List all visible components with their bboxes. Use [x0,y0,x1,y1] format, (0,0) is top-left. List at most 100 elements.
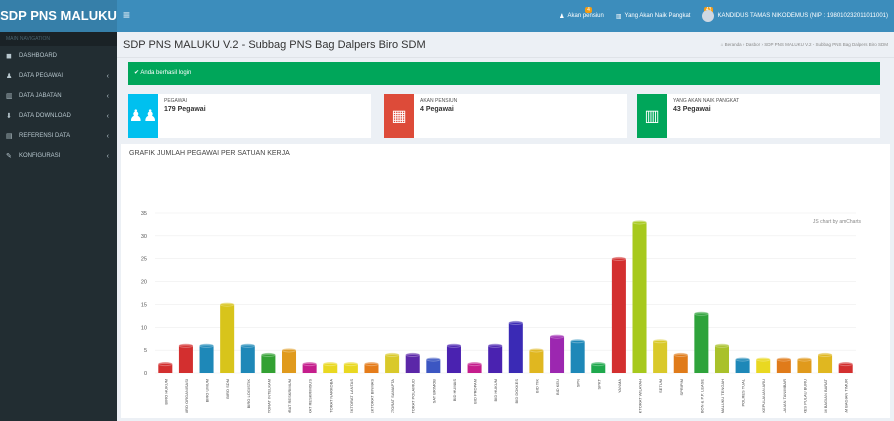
wrench-icon: ✎ [6,153,12,160]
x-tick-label: BIRO ORGANISASI [184,379,189,413]
calendar-icon: ▦ [384,94,414,138]
breadcrumb-current: SDP PNS MALUKU V.2 - Subbag PNS Bag Dalp… [764,42,888,47]
chart-bar-top [384,352,400,358]
x-tick-label: POLRES MALUKU TENGAH [720,379,725,413]
chart-bar [570,341,585,373]
chart-bar [673,354,688,373]
user-menu[interactable]: KANDIDUS TAMAS NIKODEMUS (NIP : 19801023… [702,10,888,22]
chart-bar-top [549,334,565,339]
chart-bar-top [322,361,338,367]
x-tick-label: BID HUKUM [493,379,498,401]
x-tick-label: DIREKTORAT SAMAPTA [390,379,395,413]
x-tick-label: BIRO UMUM [205,379,210,402]
users-icon: ♟ [6,73,13,80]
bar-chart-icon: ▥ [6,93,13,100]
chart-credit: JS chart by amCharts [813,219,862,225]
x-tick-label: SPRIPIM [679,379,684,395]
sidebar-item-referensi-data[interactable]: ▤ REFERENSI DATA ‹ [0,126,117,146]
sidebar: MAIN NAVIGATION ◼ DASHBOARD ♟ DATA PEGAWAI ‹… [0,32,117,421]
x-tick-label: POLRES AMBON & P.P. LEASE [699,379,704,413]
info-box-pegawai: ♟♟ PEGAWAI 179 Pegawai [128,94,371,138]
y-tick-label: 25 [141,257,147,263]
chart-bar-top [487,343,503,348]
x-tick-label: BIRO LOGISTIK [246,379,251,409]
sidebar-item-label: DATA DOWNLOAD [19,113,71,119]
chart-bar-top [405,352,421,358]
x-tick-label: SPKT [596,378,601,389]
chart-bar-top [281,347,297,353]
x-tick-label: BID KEU [555,379,560,395]
chevron-left-icon: ‹ [106,132,109,140]
y-tick-label: 5 [144,348,147,354]
sidebar-item-label: DASHBOARD [19,53,58,59]
y-tick-label: 20 [141,280,147,286]
x-tick-label: BID DOKKES [514,379,519,404]
chart-bar [550,336,565,373]
chart-bar-top [199,343,215,348]
naik-pangkat-label: Yang Akan Naik Pangkat [624,13,691,19]
x-tick-label: POLRES PULAU BURU [802,379,807,413]
download-icon: ⬇ [6,113,12,120]
sidebar-item-konfigurasi[interactable]: ✎ KONFIGURASI ‹ [0,146,117,166]
chart-bar-top [528,347,544,353]
chart-bar-top [570,338,586,344]
chart-bar [653,341,668,373]
chart-bar-top [673,352,689,358]
sidebar-item-data-jabatan[interactable]: ▥ DATA JABATAN ‹ [0,86,117,106]
x-tick-label: SAT BRIMOB [431,379,436,404]
y-tick-label: 10 [141,325,147,331]
chart-bar-top [632,219,648,225]
chart-bar-top [157,361,173,367]
bar-chart-icon: ▥ [637,94,667,138]
chart-bar [405,354,420,373]
chart-bar [385,354,400,373]
breadcrumb-dasbor[interactable]: Dasbor [746,42,761,47]
info-box-naik-pangkat: ▥ YANG AKAN NAIK PANGKAT 43 Pegawai [637,94,880,138]
x-tick-label: SETUM [658,379,663,393]
home-icon: ⌂ [720,42,724,47]
y-tick-label: 30 [141,234,147,240]
x-tick-label: YANMA [617,379,622,393]
x-tick-label: DIREKTORAT LANTAS [349,379,354,413]
chart-bar-top [178,343,194,348]
chart-bar [611,258,626,373]
breadcrumb-home[interactable]: Beranda [725,42,742,47]
x-tick-label: BID TIK [534,379,539,393]
y-tick-label: 35 [141,211,147,217]
x-tick-label: SPN [576,379,581,387]
chart-title: GRAFIK JUMLAH PEGAWAI PER SATUAN KERJA [129,150,290,157]
top-navbar: SDP PNS MALUKU ≡ ♟ Akan pensiun 4 ▥ Yang… [0,0,894,32]
sidebar-item-data-pegawai[interactable]: ♟ DATA PEGAWAI ‹ [0,66,117,86]
menu-toggle-icon[interactable]: ≡ [123,8,130,22]
x-tick-label: DIREKTORAT RESKRIMUM [287,379,292,413]
sidebar-item-dashboard[interactable]: ◼ DASHBOARD [0,46,117,66]
chart-bar [220,304,235,373]
x-tick-label: POLRES KEPULAUAN ARU [761,379,766,413]
x-tick-label: DIREKTORAT INTELKAM [266,379,271,413]
chart-bar-top [735,356,751,362]
chart-bar-top [776,356,792,362]
sidebar-item-data-download[interactable]: ⬇ DATA DOWNLOAD ‹ [0,106,117,126]
chart-bar-top [302,361,318,367]
app-logo[interactable]: SDP PNS MALUKU [0,0,117,32]
chart-bar-top [838,361,854,367]
x-tick-label: POLRES TUAL [741,378,746,406]
pensiun-notification[interactable]: ♟ Akan pensiun 4 [559,6,604,20]
chart-bar [714,345,729,373]
chart-bar-top [446,343,462,348]
navbar-right: ♟ Akan pensiun 4 ▥ Yang Akan Naik Pangka… [559,0,888,32]
info-box-pensiun: ▦ AKAN PENSIUN 4 Pegawai [384,94,627,138]
chart-bar [508,322,523,373]
x-tick-label: POLRES SERAM BAGIAN BARAT [823,378,828,413]
chart-bar-top [796,356,812,362]
chart-bar [199,345,214,373]
sidebar-item-label: KONFIGURASI [19,153,61,159]
chart-bar-top [467,361,483,367]
info-value: 43 Pegawai [673,106,711,113]
bar-chart: 0 5 10 15 20 25 30 35 JS chart by amCharts BIRO H… [141,211,862,421]
x-tick-label: BID HUMAS [452,379,457,402]
naik-pangkat-notification[interactable]: ▥ Yang Akan Naik Pangkat 43 [616,6,714,20]
chart-bar-top [508,320,524,326]
table-icon: ▤ [6,133,13,140]
users-icon: ♟ [559,13,565,20]
